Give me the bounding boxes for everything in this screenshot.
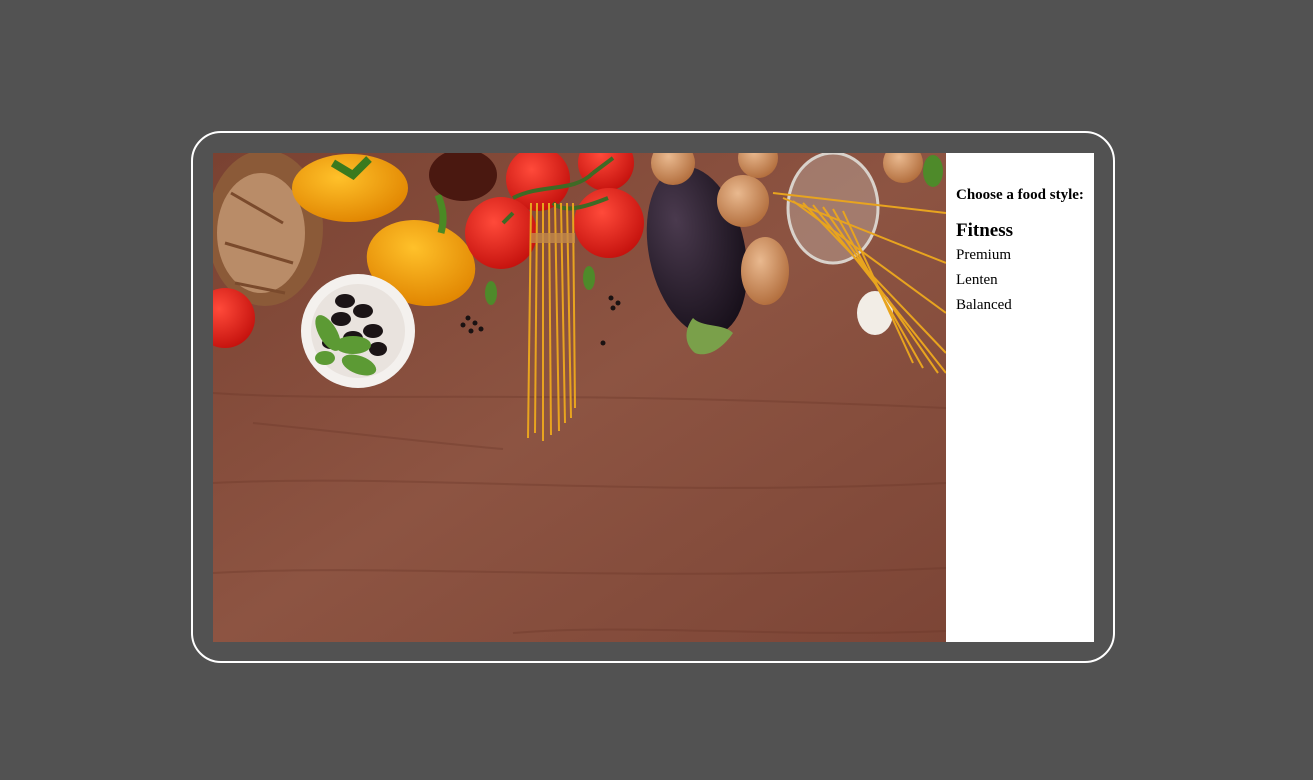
food-style-option-premium[interactable]: Premium: [956, 243, 1013, 268]
app-screen: Choose a food style: Fitness Premium Len…: [213, 153, 1094, 642]
food-style-options: Fitness Premium Lenten Balanced: [956, 219, 1013, 318]
food-style-option-fitness[interactable]: Fitness: [956, 219, 1013, 243]
food-style-prompt: Choose a food style:: [956, 187, 1084, 203]
food-style-option-lenten[interactable]: Lenten: [956, 268, 1013, 293]
food-style-option-balanced[interactable]: Balanced: [956, 293, 1013, 318]
food-hero-image: [213, 153, 946, 642]
food-style-panel: Choose a food style: Fitness Premium Len…: [946, 153, 1094, 642]
